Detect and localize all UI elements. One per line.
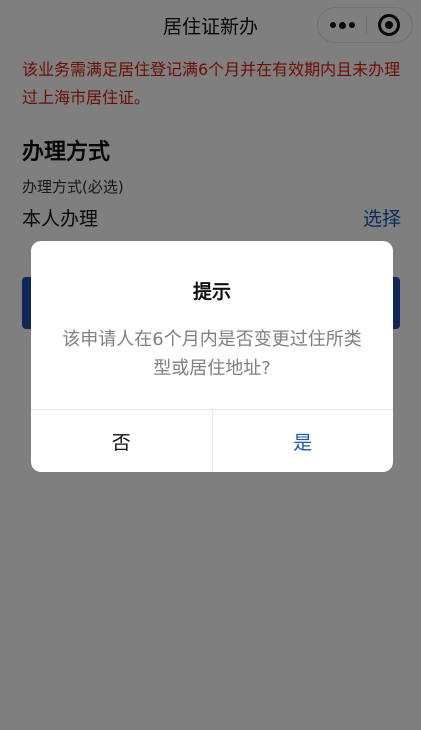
dialog-footer: 否 是 [31, 409, 393, 472]
confirm-dialog: 提示 该申请人在6个月内是否变更过住所类型或居住地址? 否 是 [31, 241, 393, 472]
dialog-no-button[interactable]: 否 [31, 410, 213, 472]
dialog-yes-button[interactable]: 是 [213, 410, 394, 472]
dialog-title: 提示 [192, 281, 231, 303]
dialog-message: 该申请人在6个月内是否变更过住所类型或居住地址? [62, 329, 362, 379]
